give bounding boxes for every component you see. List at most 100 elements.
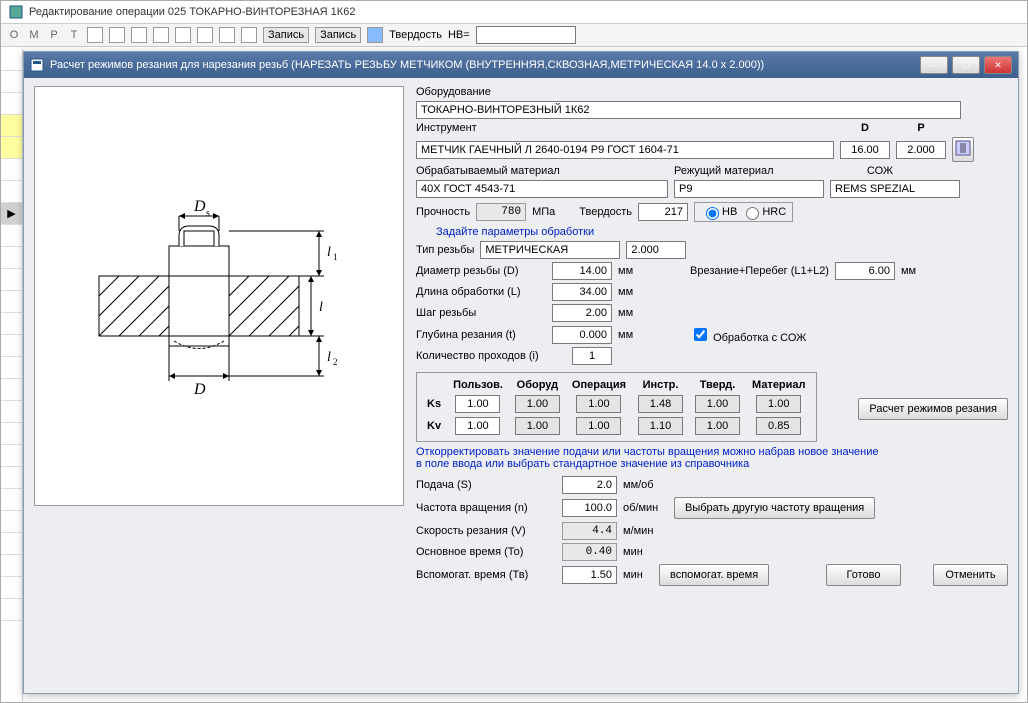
speed-unit: м/мин xyxy=(623,525,653,537)
close-button[interactable]: ✕ xyxy=(984,56,1012,74)
feed-input[interactable] xyxy=(562,476,617,494)
svg-text:2: 2 xyxy=(333,357,338,367)
ks-mat xyxy=(756,395,801,413)
equipment-value: ТОКАРНО-ВИНТОРЕЗНЫЙ 1К62 xyxy=(416,101,961,119)
kv-label: Kv xyxy=(421,415,447,437)
coef-h-hard: Тверд. xyxy=(689,377,746,393)
svg-text:s: s xyxy=(206,208,210,219)
mm-unit: мм xyxy=(618,286,633,298)
coef-h-user: Пользов. xyxy=(447,377,509,393)
ok-button[interactable]: Готово xyxy=(826,564,901,586)
pitch-label: Шаг резьбы xyxy=(416,307,546,319)
tb-icon[interactable] xyxy=(197,27,213,43)
hb-radio[interactable]: НВ xyxy=(701,204,737,220)
tool-label: Инструмент xyxy=(416,122,834,134)
diameter-input[interactable] xyxy=(552,262,612,280)
coolant-checkbox[interactable]: Обработка с СОЖ xyxy=(690,325,806,344)
cancel-button[interactable]: Отменить xyxy=(933,564,1008,586)
material-label: Обрабатываемый материал xyxy=(416,165,668,177)
ks-equip xyxy=(515,395,560,413)
hardness-scale-group: НВ HRC xyxy=(694,202,793,222)
dialog-icon xyxy=(30,58,44,72)
kv-oper xyxy=(576,417,621,435)
tb-hb-input[interactable] xyxy=(476,26,576,44)
row-selector-gutter: ▶ xyxy=(1,49,23,702)
coef-h-tool: Инстр. xyxy=(632,377,689,393)
ks-oper xyxy=(576,395,621,413)
svg-text:l: l xyxy=(327,245,331,260)
thread-type-label: Тип резьбы xyxy=(416,244,474,256)
coef-panel: Пользов. Оборуд Операция Инстр. Тверд. М… xyxy=(416,372,817,442)
ks-user[interactable] xyxy=(455,395,500,413)
t0-label: Основное время (То) xyxy=(416,546,556,558)
correct-note-2: в поле ввода или выбрать стандартное зна… xyxy=(416,458,1008,470)
tb-icon[interactable] xyxy=(241,27,257,43)
coolant-value: REMS SPEZIAL xyxy=(830,180,960,198)
mm-unit: мм xyxy=(618,307,633,319)
kv-equip xyxy=(515,417,560,435)
tb-icon[interactable] xyxy=(131,27,147,43)
hardness-label: Твердость xyxy=(579,206,632,218)
maximize-button[interactable]: ☐ xyxy=(952,56,980,74)
svg-text:D: D xyxy=(193,198,206,215)
tb-icon[interactable] xyxy=(367,27,383,43)
correct-note-1: Откорректировать значение подачи или час… xyxy=(416,446,1008,458)
tb-letter: М xyxy=(27,29,41,41)
kv-mat xyxy=(756,417,801,435)
mpa-unit: МПа xyxy=(532,206,555,218)
tb-icon[interactable] xyxy=(87,27,103,43)
tb-icon[interactable] xyxy=(219,27,235,43)
svg-text:l: l xyxy=(319,300,323,315)
choose-rpm-button[interactable]: Выбрать другую частоту вращения xyxy=(674,497,875,519)
tv-label: Вспомогат. время (Тв) xyxy=(416,569,556,581)
set-params-note: Задайте параметры обработки xyxy=(436,226,594,238)
D-value: 16.00 xyxy=(840,141,890,159)
passes-input[interactable] xyxy=(572,347,612,365)
mm-unit: мм xyxy=(618,265,648,277)
thread-diagram: Ds D l1 l xyxy=(34,86,404,506)
svg-text:l: l xyxy=(327,350,331,365)
tool-picker-button[interactable] xyxy=(952,137,974,162)
t0-unit: мин xyxy=(623,546,643,558)
coef-h-mat: Материал xyxy=(746,377,812,393)
tb-zapis1[interactable]: Запись xyxy=(263,27,309,43)
ks-tool xyxy=(638,395,683,413)
minimize-button[interactable]: — xyxy=(920,56,948,74)
pitch-input[interactable] xyxy=(552,304,612,322)
tb-letter: Т xyxy=(67,29,81,41)
P-value: 2.000 xyxy=(896,141,946,159)
tb-icon[interactable] xyxy=(153,27,169,43)
hardness-input[interactable] xyxy=(638,203,688,221)
passes-label: Количество проходов (i) xyxy=(416,350,566,362)
cutmaterial-label: Режущий материал xyxy=(674,165,824,177)
thread-type-num: 2.000 xyxy=(626,241,686,259)
tb-icon[interactable] xyxy=(109,27,125,43)
P-label: P xyxy=(896,122,946,134)
tv-input[interactable] xyxy=(562,566,617,584)
kv-tool xyxy=(638,417,683,435)
tool-value: МЕТЧИК ГАЕЧНЫЙ Л 2640-0194 Р9 ГОСТ 1604-… xyxy=(416,141,834,159)
dialog-title: Расчет режимов резания для нарезания рез… xyxy=(50,59,914,71)
tb-icon[interactable] xyxy=(175,27,191,43)
aux-time-button[interactable]: вспомогат. время xyxy=(659,564,769,586)
dialog-titlebar[interactable]: Расчет режимов резания для нарезания рез… xyxy=(24,52,1018,78)
svg-text:D: D xyxy=(193,381,206,398)
tv-unit: мин xyxy=(623,569,653,581)
length-input[interactable] xyxy=(552,283,612,301)
t0-value: 0.40 xyxy=(562,543,617,561)
main-window: Редактирование операции 025 ТОКАРНО-ВИНТ… xyxy=(0,0,1028,703)
mm-unit: мм xyxy=(618,329,648,341)
speed-label: Скорость резания (V) xyxy=(416,525,556,537)
feed-label: Подача (S) xyxy=(416,479,556,491)
ks-hard xyxy=(695,395,740,413)
cutting-modes-dialog: Расчет режимов резания для нарезания рез… xyxy=(23,51,1019,694)
hrc-radio[interactable]: HRC xyxy=(741,204,786,220)
tb-zapis2[interactable]: Запись xyxy=(315,27,361,43)
rpm-input[interactable] xyxy=(562,499,617,517)
ks-label: Ks xyxy=(421,393,447,415)
depth-input[interactable] xyxy=(552,326,612,344)
calculate-button[interactable]: Расчет режимов резания xyxy=(858,398,1008,420)
kv-user[interactable] xyxy=(455,417,500,435)
tb-hb-lbl: HB= xyxy=(448,29,470,41)
vrezanie-input[interactable] xyxy=(835,262,895,280)
